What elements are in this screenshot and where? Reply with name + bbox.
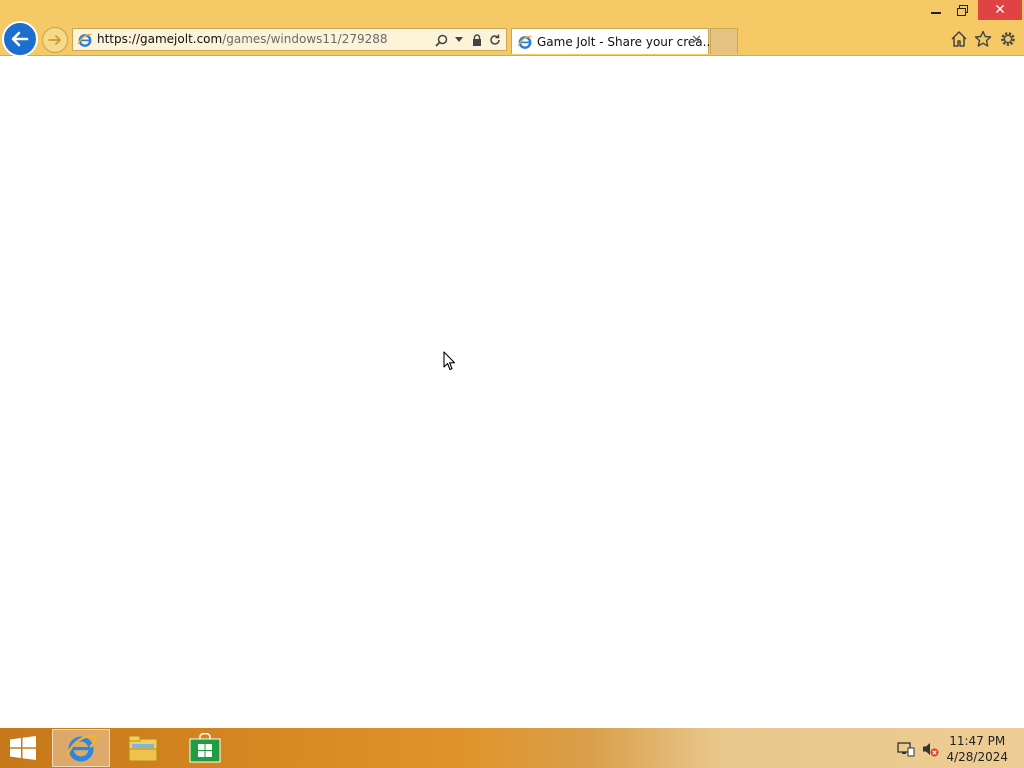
close-icon: ✕ <box>994 2 1006 18</box>
internet-explorer-icon <box>517 35 533 49</box>
taskbar-file-explorer[interactable] <box>114 729 172 767</box>
tab-close-icon[interactable]: ✕ <box>691 33 702 48</box>
start-button[interactable] <box>8 736 40 762</box>
url-host: https://gamejolt.com <box>97 32 223 46</box>
favorites-star-icon <box>974 30 992 47</box>
clock-time: 11:47 PM <box>949 734 1006 748</box>
volume-muted-icon[interactable] <box>921 740 939 758</box>
lock-icon[interactable] <box>470 32 484 48</box>
dropdown-icon[interactable] <box>452 32 466 48</box>
page-content[interactable] <box>0 56 1024 728</box>
taskbar-store[interactable] <box>176 729 234 767</box>
internet-explorer-icon <box>65 734 97 762</box>
taskbar-internet-explorer[interactable] <box>52 729 110 767</box>
forward-arrow-icon <box>48 35 61 45</box>
home-icon <box>951 31 967 47</box>
settings-gear-icon <box>1001 32 1015 46</box>
new-tab-button[interactable] <box>710 28 738 54</box>
restore-button[interactable] <box>948 0 976 20</box>
store-icon <box>189 733 221 763</box>
windows-logo-icon <box>10 736 36 760</box>
clock-date: 4/28/2024 <box>946 750 1008 764</box>
close-window-button[interactable]: ✕ <box>978 0 1022 20</box>
back-button[interactable] <box>2 21 38 57</box>
network-icon[interactable] <box>897 740 915 758</box>
internet-explorer-icon <box>77 33 93 47</box>
back-arrow-icon <box>11 31 29 47</box>
restore-icon <box>956 4 968 16</box>
minimize-icon <box>931 12 941 14</box>
tab-title: Game Jolt - Share your crea... <box>537 35 715 49</box>
url-path: /games/windows11/279288 <box>222 32 388 46</box>
refresh-icon[interactable] <box>488 32 502 48</box>
address-bar[interactable]: https://gamejolt.com/games/windows11/279… <box>72 28 507 51</box>
home-button[interactable] <box>950 30 968 48</box>
url-text[interactable]: https://gamejolt.com/games/windows11/279… <box>97 32 388 46</box>
file-explorer-icon <box>128 735 158 762</box>
search-icon[interactable] <box>434 32 448 48</box>
browser-chrome: ✕ https://gamejolt.com/games/windows11/2… <box>0 0 1024 57</box>
address-bar-icons <box>434 32 502 48</box>
mouse-cursor-icon <box>443 351 456 371</box>
taskbar: 11:47 PM 4/28/2024 <box>0 728 1024 768</box>
settings-button[interactable] <box>999 30 1017 48</box>
taskbar-clock[interactable]: 11:47 PM 4/28/2024 <box>946 733 1008 765</box>
favorites-button[interactable] <box>974 30 992 48</box>
forward-button[interactable] <box>42 27 68 53</box>
tab-game-jolt[interactable]: Game Jolt - Share your crea... ✕ <box>511 28 714 54</box>
